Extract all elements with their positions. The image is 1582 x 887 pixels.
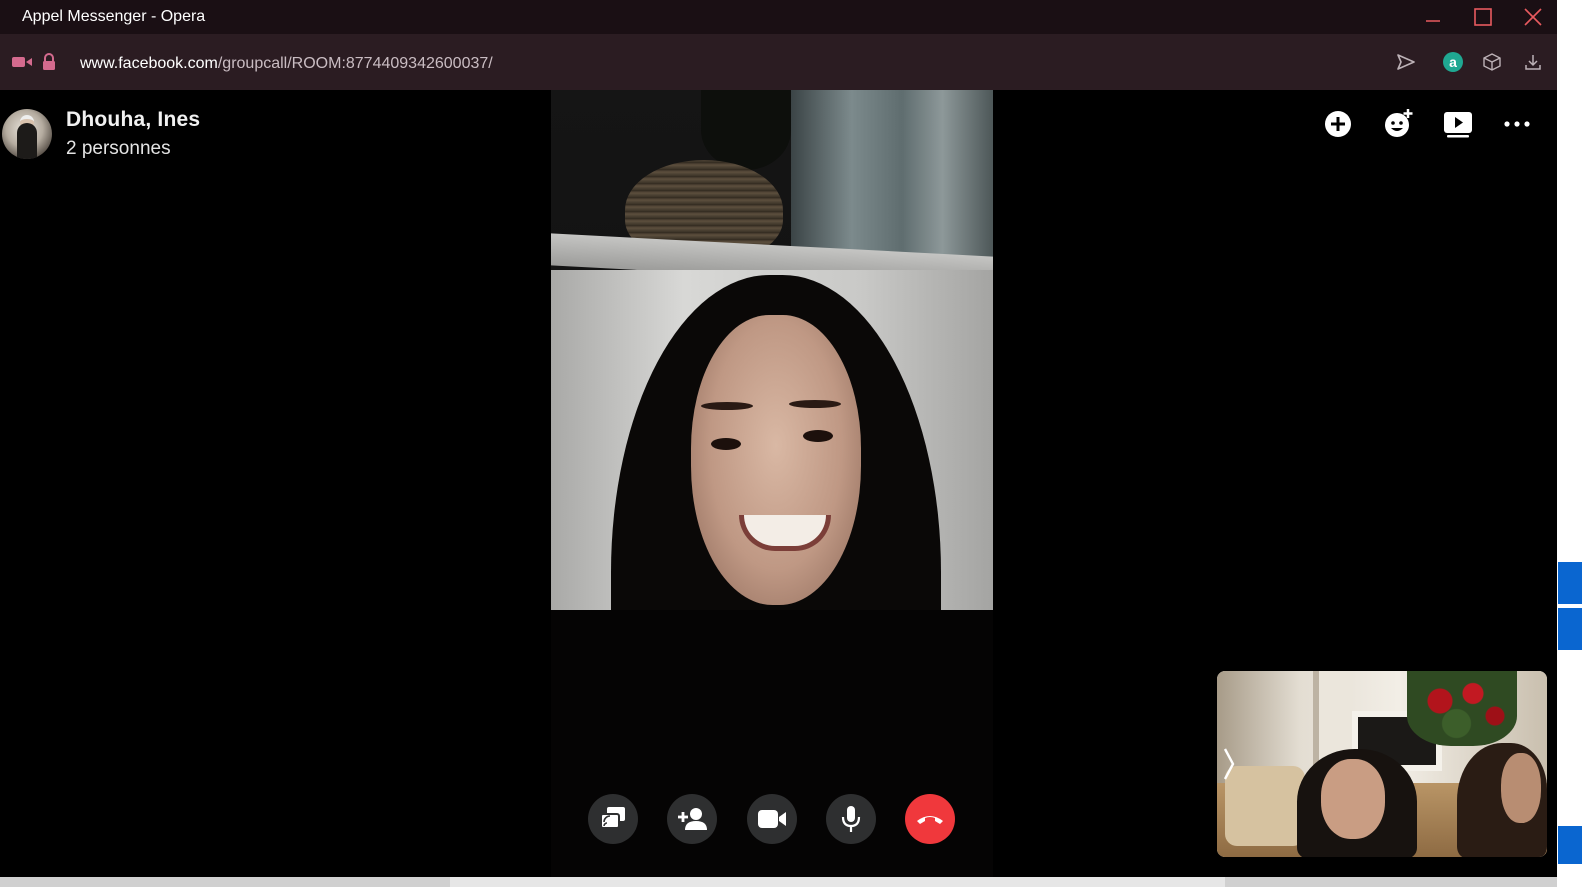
send-icon[interactable]: [1394, 50, 1418, 74]
minimize-icon: [1426, 20, 1440, 22]
add-button[interactable]: [1321, 107, 1355, 141]
share-screen-icon: [600, 807, 625, 829]
add-icon: [1325, 111, 1351, 137]
end-call-button[interactable]: [905, 794, 955, 844]
call-title: Dhouha, Ines: [66, 108, 201, 131]
emoji-add-icon: [1385, 109, 1413, 137]
participant-count: 2 personnes: [66, 138, 171, 159]
url-text[interactable]: www.facebook.com/groupcall/ROOM:87744093…: [80, 55, 493, 73]
background-window-fragment: [1558, 608, 1582, 650]
self-view-person-face: [1501, 753, 1541, 823]
title-bar: Appel Messenger - Opera: [0, 0, 1570, 34]
watch-together-button[interactable]: [1441, 107, 1475, 141]
end-call-icon: [917, 816, 943, 824]
video-person-brow: [789, 400, 841, 408]
more-button[interactable]: [1500, 107, 1534, 141]
address-bar: www.facebook.com/groupcall/ROOM:87744093…: [0, 34, 1570, 90]
url-host: www.facebook.com: [80, 55, 218, 72]
avatar-figure: [17, 123, 37, 159]
close-icon: [1524, 8, 1542, 26]
video-person-eye: [711, 438, 741, 450]
horizontal-scrollbar[interactable]: [0, 877, 1557, 887]
add-person-icon: [678, 808, 707, 830]
svg-text:a: a: [1449, 54, 1457, 70]
box-3d-icon[interactable]: [1480, 50, 1504, 74]
video-person-brow: [701, 402, 753, 410]
minimize-button[interactable]: [1408, 0, 1458, 34]
watch-together-icon: [1444, 112, 1472, 138]
microphone-button[interactable]: [826, 794, 876, 844]
maximize-icon: [1474, 8, 1492, 26]
chevron-right-icon: [1223, 748, 1235, 780]
maximize-button[interactable]: [1458, 0, 1508, 34]
background-window-edge: [1557, 0, 1582, 887]
self-view-collapse-button[interactable]: [1221, 745, 1237, 783]
self-view-pillow: [1225, 766, 1305, 846]
account-a-icon[interactable]: a: [1441, 50, 1465, 74]
video-person-eye: [803, 430, 833, 442]
video-person-face: [691, 315, 861, 605]
background-window-fragment: [1558, 826, 1582, 864]
browser-window: Appel Messenger - Opera www.facebook.com…: [0, 0, 1582, 887]
download-icon[interactable]: [1521, 50, 1545, 74]
remote-video: [551, 90, 993, 877]
more-icon: [1504, 121, 1530, 127]
camera-button[interactable]: [747, 794, 797, 844]
camera-icon: [758, 810, 786, 828]
url-path: /groupcall/ROOM:8774409342600037/: [217, 55, 493, 72]
scrollbar-thumb[interactable]: [450, 877, 1225, 887]
background-window-fragment: [1558, 562, 1582, 604]
emoji-add-button[interactable]: [1382, 106, 1416, 140]
close-button[interactable]: [1508, 0, 1558, 34]
self-view-flowers: [1407, 671, 1517, 746]
lock-icon[interactable]: [37, 50, 61, 74]
self-view-person-face: [1321, 759, 1385, 839]
microphone-icon: [841, 806, 861, 832]
video-camera-icon[interactable]: [10, 50, 34, 74]
share-screen-button[interactable]: [588, 794, 638, 844]
video-plant: [701, 90, 791, 170]
self-view-video[interactable]: [1217, 671, 1547, 857]
add-person-button[interactable]: [667, 794, 717, 844]
call-stage: Dhouha, Ines 2 personnes: [0, 90, 1557, 877]
group-avatar[interactable]: [2, 109, 52, 159]
window-title: Appel Messenger - Opera: [22, 8, 206, 25]
